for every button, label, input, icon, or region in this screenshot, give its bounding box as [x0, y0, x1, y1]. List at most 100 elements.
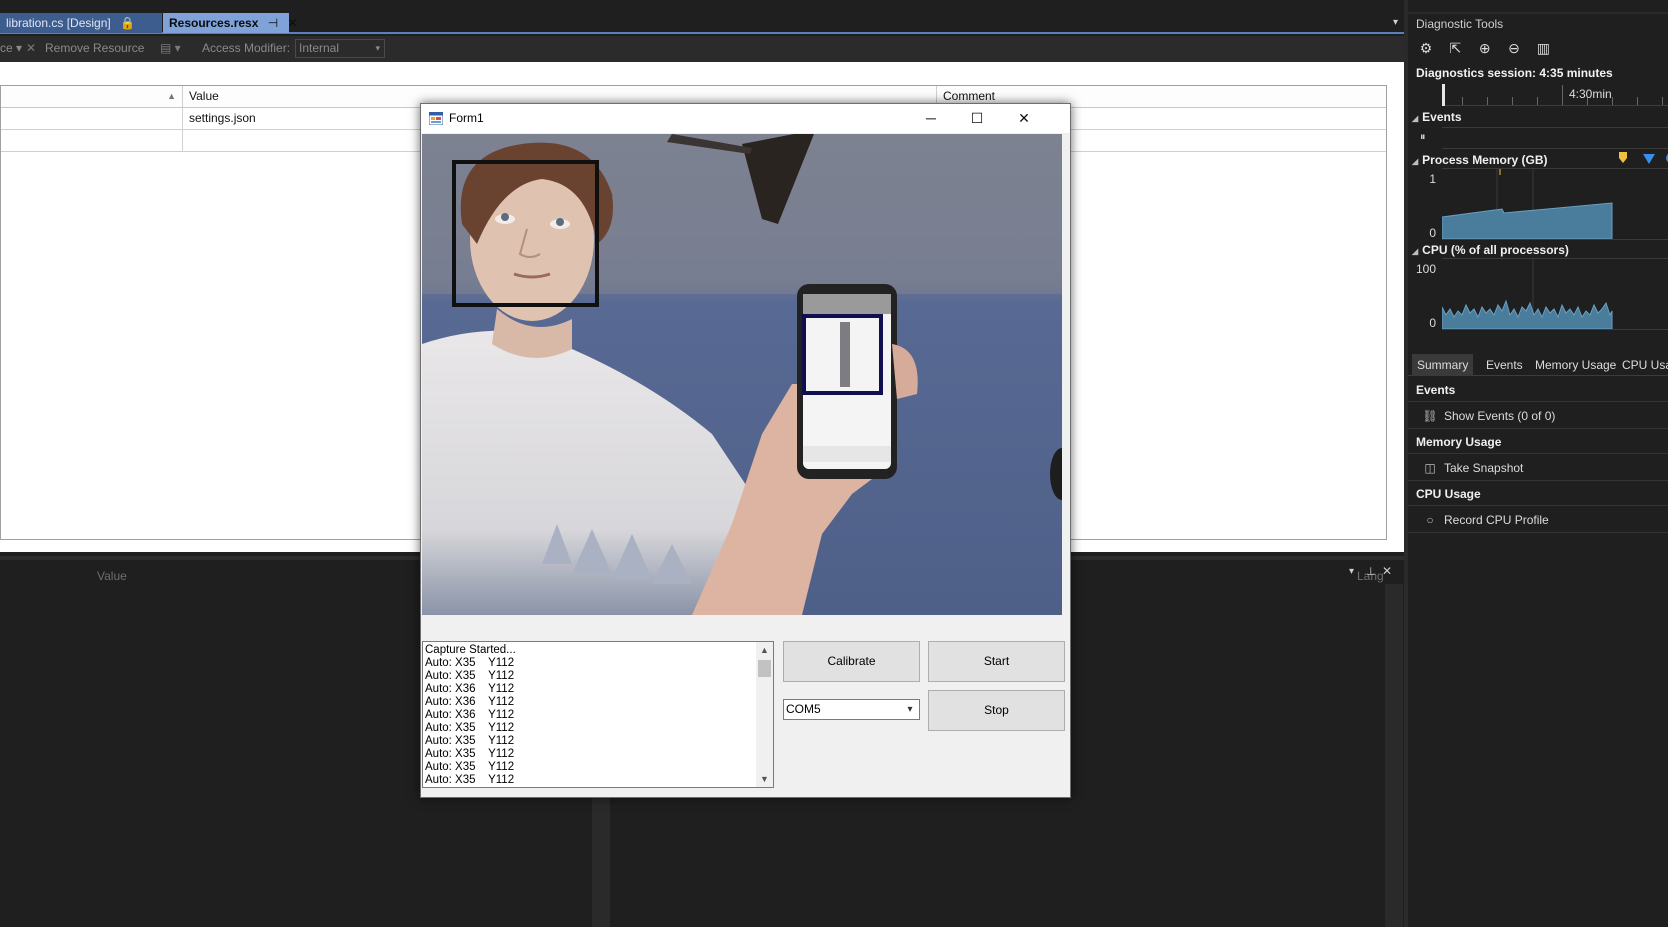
chevron-down-icon[interactable]: ▾ [903, 700, 917, 719]
cell-name[interactable] [1, 130, 183, 151]
ruler-tick-major [1562, 85, 1563, 105]
remove-resource-button[interactable]: Remove Resource [45, 41, 144, 55]
document-tab-bar: libration.cs [Design] 🔒 Resources.resx ⊣… [0, 13, 1404, 34]
add-resource-button[interactable]: ce ▾ [0, 41, 22, 55]
access-modifier-select[interactable]: Internal ▾ [295, 39, 385, 58]
pin-icon[interactable]: ⊣ [268, 16, 278, 30]
cpu-usage-chart[interactable] [1442, 258, 1668, 330]
scroll-up-icon[interactable]: ▲ [756, 645, 773, 655]
events-summary-header: Events [1408, 378, 1668, 402]
cell-name[interactable] [1, 108, 183, 129]
com-port-select[interactable]: COM5 ▾ [783, 699, 920, 720]
log-scrollbar[interactable]: ▲ ▼ [756, 642, 773, 787]
scroll-down-icon[interactable]: ▼ [756, 774, 773, 784]
record-cpu-profile-button[interactable]: ○ Record CPU Profile [1408, 507, 1668, 533]
tab-label: libration.cs [Design] [6, 16, 111, 30]
zoom-in-icon[interactable]: ⊕ [1475, 38, 1495, 58]
maximize-icon[interactable]: ☐ [954, 104, 1000, 133]
webcam-frame-image [422, 134, 1062, 615]
pane-scrollbar-right[interactable] [1385, 584, 1403, 927]
tab-resources-resx[interactable]: Resources.resx ⊣ ✕ [163, 13, 298, 33]
memory-axis-min: 0 [1429, 226, 1436, 240]
column-header-name[interactable]: ▲ [1, 86, 183, 107]
memory-axis-max: 1 [1429, 172, 1436, 186]
close-icon[interactable]: ✕ [1382, 564, 1392, 578]
list-item[interactable]: Auto: X35 Y112 [425, 722, 755, 735]
show-events-link[interactable]: ⛓ Show Events (0 of 0) [1408, 403, 1668, 429]
ruler-tick [1612, 97, 1613, 105]
diagnostic-tabs: Summary Events Memory Usage CPU Usag [1408, 354, 1668, 376]
ruler-tick [1487, 97, 1488, 105]
ruler-tick [1637, 97, 1638, 105]
diagnostic-tools-panel: Diagnostic Tools ⚙ ⇱ ⊕ ⊖ ▥ Diagnostics s… [1404, 0, 1668, 927]
close-icon[interactable]: ✕ [288, 16, 298, 30]
snapshot-marker-icon[interactable] [1619, 152, 1627, 163]
list-item[interactable]: Auto: X36 Y112 [425, 696, 755, 709]
tab-summary[interactable]: Summary [1412, 354, 1474, 376]
sort-ascending-icon: ▲ [167, 91, 176, 101]
camera-icon: ◫ [1424, 461, 1436, 475]
pane-menu-icon[interactable]: ▾ [1349, 566, 1354, 577]
take-snapshot-button[interactable]: ◫ Take Snapshot [1408, 455, 1668, 481]
ruler-time-label: 4:30min [1569, 87, 1612, 101]
minimize-icon[interactable]: ─ [908, 104, 954, 133]
access-modifier-value: Internal [299, 41, 340, 55]
pause-icon[interactable]: ⏸ [1420, 131, 1426, 144]
tab-overflow-icon[interactable]: ▾ [1393, 17, 1398, 28]
collapse-triangle-icon: ◢ [1412, 247, 1419, 256]
column-header-value[interactable]: Value [97, 569, 127, 583]
list-item[interactable]: Capture Started... [425, 644, 755, 657]
zoom-out-icon[interactable]: ⊖ [1504, 38, 1524, 58]
webcam-picture-box [422, 134, 1062, 615]
list-item[interactable]: Auto: X35 Y112 [425, 748, 755, 761]
list-item[interactable]: Auto: X35 Y112 [425, 670, 755, 683]
tab-cpu-usage[interactable]: CPU Usag [1617, 354, 1668, 376]
cpu-axis-min: 0 [1429, 316, 1436, 330]
com-port-value: COM5 [786, 702, 821, 716]
timeline-cursor[interactable] [1442, 84, 1445, 106]
gear-icon[interactable]: ⚙ [1416, 38, 1436, 58]
resource-toolbar: ce ▾ ✕ Remove Resource ▤ ▾ Access Modifi… [0, 36, 1404, 62]
tab-label: Resources.resx [169, 16, 259, 30]
capture-log-listbox[interactable]: Capture Started... Auto: X35 Y112 Auto: … [422, 641, 774, 788]
form-app-icon [429, 112, 443, 125]
tab-calibration-design[interactable]: libration.cs [Design] 🔒 [0, 13, 162, 33]
ruler-tick [1537, 97, 1538, 105]
view-icon[interactable]: ▤ ▾ [160, 41, 181, 55]
diagnostic-toolbar: ⚙ ⇱ ⊕ ⊖ ▥ [1416, 38, 1559, 58]
reset-zoom-icon[interactable]: ▥ [1533, 38, 1553, 58]
list-item[interactable]: Auto: X35 Y112 [425, 735, 755, 748]
log-lines: Capture Started... Auto: X35 Y112 Auto: … [425, 644, 755, 787]
tab-events[interactable]: Events [1481, 354, 1528, 376]
pin-icon[interactable]: ⊥ [1366, 565, 1376, 578]
process-memory-header[interactable]: ◢ Process Memory (GB) [1412, 153, 1548, 167]
list-item[interactable]: Auto: X36 Y112 [425, 709, 755, 722]
form1-title-bar[interactable]: Form1 ─ ☐ ✕ [421, 104, 1070, 133]
events-section-header[interactable]: ◢ Events [1412, 110, 1462, 124]
cpu-section-header[interactable]: ◢ CPU (% of all processors) [1412, 243, 1569, 257]
list-item[interactable]: Auto: X35 Y112 [425, 761, 755, 774]
chevron-down-icon: ▾ [375, 43, 380, 53]
record-icon: ○ [1426, 513, 1434, 527]
calibrate-button[interactable]: Calibrate [783, 641, 920, 682]
session-duration: Diagnostics session: 4:35 minutes [1416, 66, 1613, 80]
collapse-triangle-icon: ◢ [1412, 114, 1419, 123]
timeline-ruler[interactable]: 4:30min [1442, 84, 1668, 106]
list-item[interactable]: Auto: X35 Y112 [425, 774, 755, 787]
ruler-tick [1512, 97, 1513, 105]
start-button[interactable]: Start [928, 641, 1065, 682]
process-memory-chart[interactable] [1442, 168, 1668, 240]
tab-memory-usage[interactable]: Memory Usage [1530, 354, 1621, 376]
list-item[interactable]: Auto: X35 Y112 [425, 657, 755, 670]
gc-marker-icon[interactable] [1643, 153, 1655, 164]
list-item[interactable]: Auto: X36 Y112 [425, 683, 755, 696]
ruler-tick [1662, 97, 1663, 105]
stop-button[interactable]: Stop [928, 690, 1065, 731]
memory-usage-header: Memory Usage [1408, 430, 1668, 454]
events-icon: ⛓ [1422, 409, 1438, 423]
form1-window: Form1 ─ ☐ ✕ Capture Started... Auto: X35… [420, 103, 1071, 798]
events-lane[interactable] [1442, 127, 1668, 149]
scrollbar-thumb[interactable] [758, 660, 771, 677]
close-icon[interactable]: ✕ [1001, 104, 1047, 133]
export-icon[interactable]: ⇱ [1445, 38, 1465, 58]
